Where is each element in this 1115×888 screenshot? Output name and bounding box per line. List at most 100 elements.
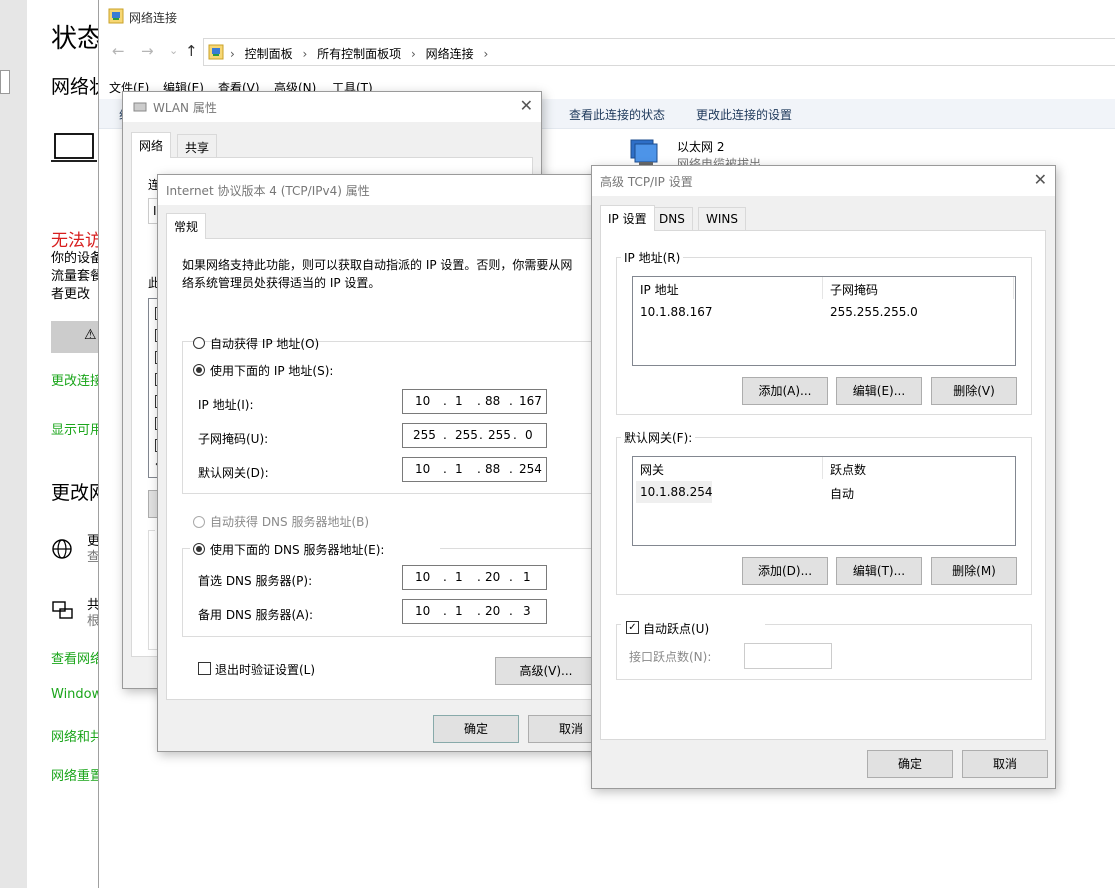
metric-cell[interactable]: 自动 <box>830 485 854 502</box>
octet: 1 <box>455 394 463 408</box>
octet: 1 <box>455 604 463 618</box>
tab-sharing[interactable]: 共享 <box>177 134 218 158</box>
ok-button[interactable]: 确定 <box>867 750 953 778</box>
tab-ip-settings[interactable]: IP 设置 <box>600 205 655 231</box>
windows-firewall-link[interactable]: Window <box>51 687 102 702</box>
settings-window: 状态 网络状 无法访 你的设备 流量套餐 者更改 ⚠ 更改连接 显示可用 更改网… <box>27 0 107 888</box>
validate-label[interactable]: 退出时验证设置(L) <box>215 661 315 678</box>
navigation-bar: ← → ⌄ ↑ › 控制面板 › 所有控制面板项 › 网络连接 › <box>99 34 1115 70</box>
tab-network[interactable]: 网络 <box>131 132 172 158</box>
network-reset-link[interactable]: 网络重置 <box>51 765 103 784</box>
dialog-title: WLAN 属性 <box>153 101 217 115</box>
forward-icon[interactable]: → <box>141 42 154 60</box>
tab-wins[interactable]: WINS <box>698 207 746 231</box>
breadcrumb-item[interactable]: 网络连接 <box>426 47 474 61</box>
validate-checkbox[interactable] <box>198 662 211 675</box>
view-status-button[interactable]: 查看此连接的状态 <box>569 106 665 123</box>
use-dns-radio[interactable] <box>193 543 205 555</box>
back-icon[interactable]: ← <box>112 42 125 60</box>
address-bar[interactable]: › 控制面板 › 所有控制面板项 › 网络连接 › <box>203 38 1115 66</box>
octet: 20 <box>485 604 501 618</box>
gateway-edit-button[interactable]: 编辑(T)... <box>836 557 922 585</box>
use-ip-label[interactable]: 使用下面的 IP 地址(S): <box>210 362 333 379</box>
close-icon[interactable]: ✕ <box>1034 170 1047 189</box>
octet: 88 <box>485 462 501 476</box>
gateway-group-label: 默认网关(F): <box>621 429 696 446</box>
connection-name: 以太网 2 <box>677 140 725 154</box>
ip-cell[interactable]: 10.1.88.167 <box>640 305 713 319</box>
close-icon[interactable]: ✕ <box>520 96 533 115</box>
auto-ip-label[interactable]: 自动获得 IP 地址(O) <box>210 335 319 352</box>
breadcrumb-separator: › <box>483 47 489 61</box>
change-connection-link[interactable]: 更改连接 <box>51 370 103 389</box>
octet: 10 <box>415 394 431 408</box>
preferred-dns-field[interactable]: 10. 1. 20. 1 <box>402 565 547 590</box>
error-title: 无法访 <box>51 231 102 251</box>
body-line: 你的设备 <box>51 251 104 266</box>
gateway-list[interactable]: 网关 跃点数 10.1.88.254 自动 <box>632 456 1016 546</box>
column-header[interactable]: 网关 <box>640 461 664 478</box>
auto-dns-radio[interactable] <box>193 516 205 528</box>
advanced-tcpip-dialog: 高级 TCP/IP 设置 ✕ IP 设置 DNS WINS IP 地址(R) I… <box>591 165 1056 789</box>
use-ip-radio[interactable] <box>193 364 205 376</box>
network-sharing-link[interactable]: 网络和共 <box>51 726 103 745</box>
octet: 1 <box>455 462 463 476</box>
ipv4-properties-dialog: Internet 协议版本 4 (TCP/IPv4) 属性 常规 如果网络支持此… <box>157 174 614 752</box>
gateway-group: 默认网关(F): 网关 跃点数 10.1.88.254 自动 添加(D)... … <box>616 429 1032 595</box>
breadcrumb-separator: › <box>230 47 235 61</box>
gateway-cell[interactable]: 10.1.88.254 <box>636 481 713 503</box>
octet: 1 <box>455 570 463 584</box>
ip-add-button[interactable]: 添加(A)... <box>742 377 828 405</box>
column-header[interactable]: 跃点数 <box>830 461 866 478</box>
octet: 0 <box>525 428 533 442</box>
column-header[interactable]: IP 地址 <box>640 281 679 298</box>
interface-metric-field[interactable] <box>744 643 832 669</box>
breadcrumb-item[interactable]: 控制面板 <box>245 47 293 61</box>
auto-metric-label[interactable]: 自动跃点(U) <box>643 620 709 637</box>
octet: 1 <box>523 570 531 584</box>
breadcrumb-item[interactable]: 所有控制面板项 <box>317 47 401 61</box>
up-icon[interactable]: ↑ <box>185 42 198 60</box>
octet: 254 <box>519 462 542 476</box>
gateway-add-button[interactable]: 添加(D)... <box>742 557 828 585</box>
auto-metric-checkbox[interactable]: ✓ <box>626 621 639 634</box>
control-panel-icon <box>208 44 224 60</box>
alternate-dns-label: 备用 DNS 服务器(A): <box>198 608 314 622</box>
settings-title: 状态 <box>51 24 104 54</box>
adapter-field-text: I <box>153 204 157 218</box>
auto-ip-radio[interactable] <box>193 337 205 349</box>
mask-cell[interactable]: 255.255.255.0 <box>830 305 918 319</box>
view-network-link[interactable]: 查看网络 <box>51 648 103 667</box>
ip-edit-button[interactable]: 编辑(E)... <box>836 377 922 405</box>
description-text: 如果网络支持此功能，则可以获取自动指派的 IP 设置。否则，你需要从网络系统管理… <box>182 258 573 290</box>
ip-delete-button[interactable]: 删除(V) <box>931 377 1017 405</box>
general-tab-pane: 如果网络支持此功能，则可以获取自动指派的 IP 设置。否则，你需要从网络系统管理… <box>166 238 608 700</box>
ip-address-list[interactable]: IP 地址 子网掩码 10.1.88.167 255.255.255.0 <box>632 276 1016 366</box>
auto-dns-label[interactable]: 自动获得 DNS 服务器地址(B) <box>210 513 369 530</box>
body-line: 流量套餐 <box>51 269 104 284</box>
octet: 10 <box>415 570 431 584</box>
dialog-titlebar: Internet 协议版本 4 (TCP/IPv4) 属性 <box>158 175 606 205</box>
alternate-dns-field[interactable]: 10. 1. 20. 3 <box>402 599 547 624</box>
preferred-dns-label: 首选 DNS 服务器(P): <box>198 574 313 588</box>
use-dns-label[interactable]: 使用下面的 DNS 服务器地址(E): <box>210 541 384 558</box>
advanced-button[interactable]: 高级(V)... <box>495 657 597 685</box>
cancel-button[interactable]: 取消 <box>962 750 1048 778</box>
gateway-delete-button[interactable]: 删除(M) <box>931 557 1017 585</box>
tab-general[interactable]: 常规 <box>166 213 207 239</box>
column-divider <box>822 277 823 299</box>
show-available-link[interactable]: 显示可用 <box>51 419 103 438</box>
gateway-field[interactable]: 10. 1. 88. 254 <box>402 457 547 482</box>
octet: 255 <box>455 428 478 442</box>
ip-address-field[interactable]: 10. 1. 88. 167 <box>402 389 547 414</box>
octet: 10 <box>415 462 431 476</box>
ok-button[interactable]: 确定 <box>433 715 519 743</box>
subnet-mask-field[interactable]: 255. 255. 255. 0 <box>402 423 547 448</box>
octet: 255 <box>413 428 436 442</box>
strip-widget[interactable] <box>0 70 10 94</box>
tab-dns[interactable]: DNS <box>651 207 693 231</box>
recent-dropdown-icon[interactable]: ⌄ <box>169 44 178 57</box>
column-header[interactable]: 子网掩码 <box>830 281 878 298</box>
change-settings-button[interactable]: 更改此连接的设置 <box>696 106 792 123</box>
breadcrumb-separator: › <box>410 47 416 61</box>
